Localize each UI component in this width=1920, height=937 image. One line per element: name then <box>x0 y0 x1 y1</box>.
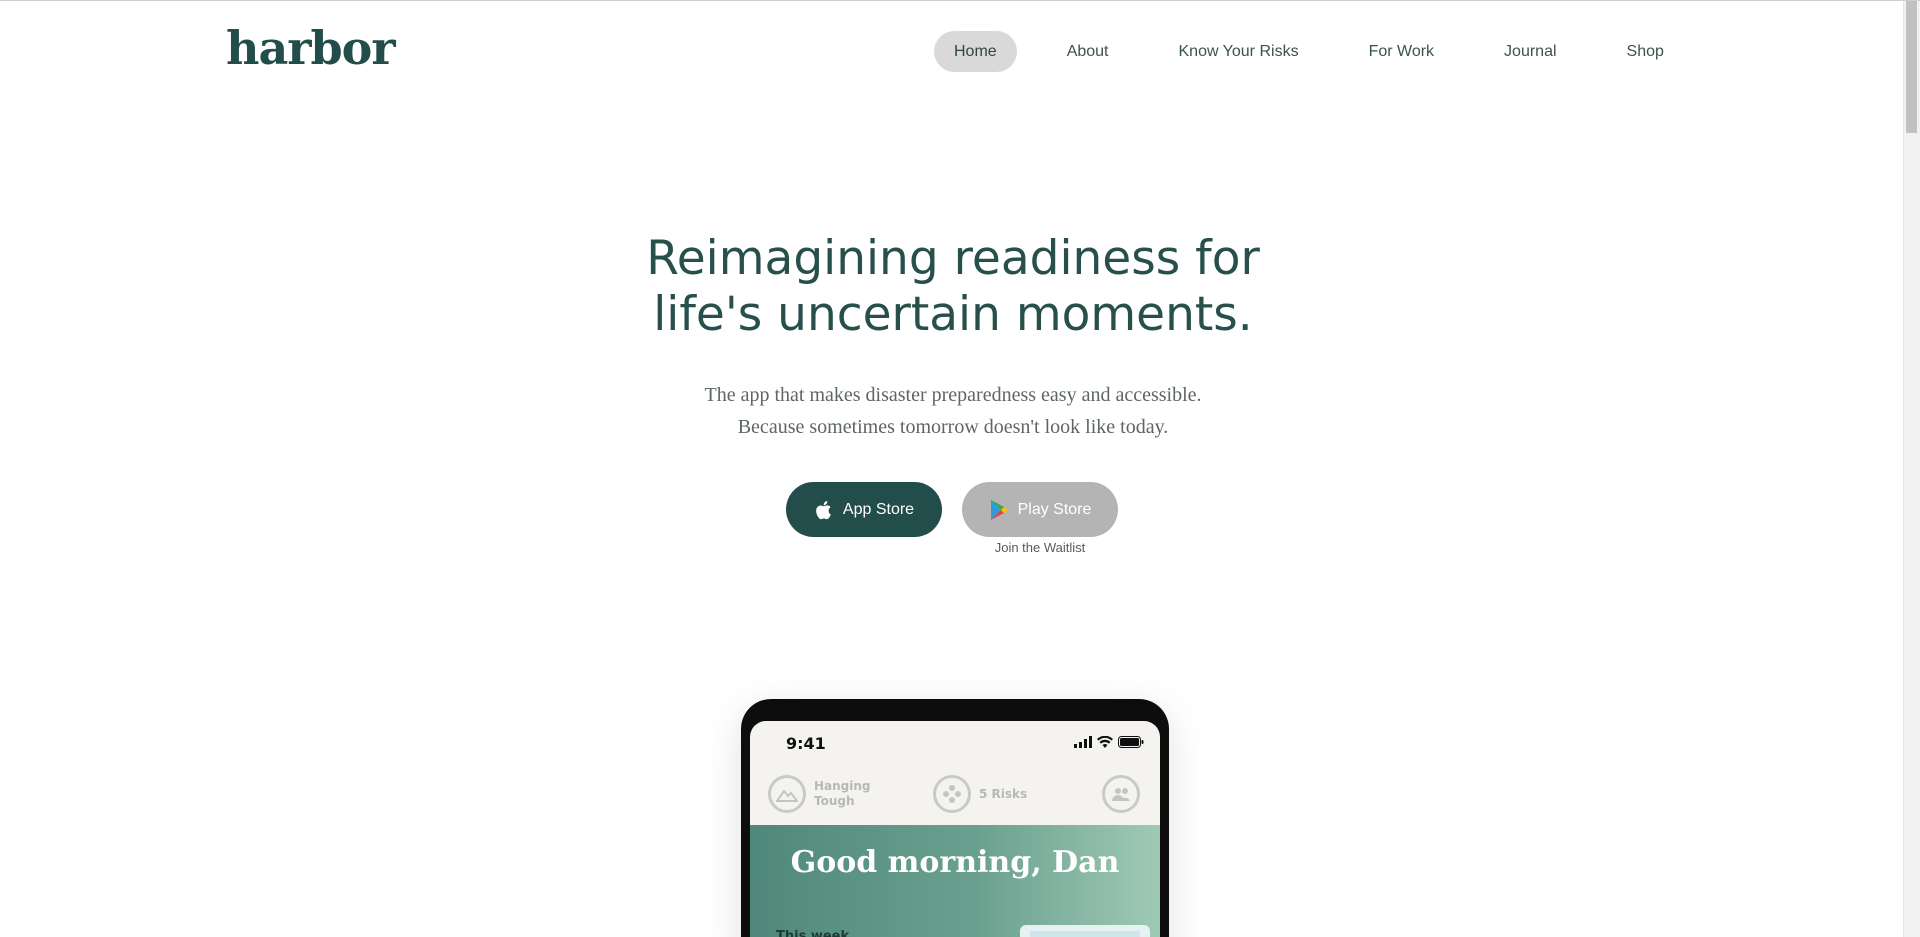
people-icon <box>1102 775 1140 813</box>
readiness-label-line-1: Hanging <box>814 779 871 793</box>
join-waitlist-link[interactable]: Join the Waitlist <box>962 540 1118 555</box>
nav-item-home[interactable]: Home <box>934 31 1017 72</box>
risks-label: 5 Risks <box>979 786 1028 801</box>
household-button[interactable] <box>1102 775 1140 813</box>
hero-subtitle-line-1: The app that makes disaster preparedness… <box>704 384 1202 406</box>
hero-title-line-2: life's uncertain moments. <box>653 287 1253 342</box>
scrollbar-thumb[interactable] <box>1906 1 1917 133</box>
readiness-label-line-2: Tough <box>814 794 855 808</box>
nav-item-journal[interactable]: Journal <box>1484 31 1576 72</box>
page: harbor Home About Know Your Risks For Wo… <box>0 0 1920 937</box>
risks-summary[interactable]: 5 Risks <box>933 775 1027 813</box>
weekly-card-image <box>1030 931 1140 937</box>
play-store-label: Play Store <box>1017 500 1092 518</box>
greeting-text: Good morning, Dan <box>790 845 1120 880</box>
hero-subtitle-line-2: Because sometimes tomorrow doesn't look … <box>737 416 1169 438</box>
play-store-button[interactable]: Play Store <box>962 482 1118 537</box>
greeting-panel: Good morning, Dan This week <box>750 825 1160 937</box>
wifi-icon <box>1097 736 1113 748</box>
this-week-label: This week <box>776 929 850 937</box>
hero-title: Reimagining readiness for life's uncerta… <box>0 231 1906 343</box>
phone-time: 9:41 <box>786 734 826 753</box>
main-nav: Home About Know Your Risks For Work Jour… <box>934 31 1684 72</box>
battery-icon <box>1118 736 1144 748</box>
hero-subtitle: The app that makes disaster preparedness… <box>0 379 1906 443</box>
nav-item-about[interactable]: About <box>1047 31 1129 72</box>
google-play-icon <box>989 499 1009 521</box>
nav-item-know-your-risks[interactable]: Know Your Risks <box>1159 31 1319 72</box>
store-buttons: App Store Play Store <box>786 482 1118 537</box>
apple-icon <box>814 499 834 521</box>
app-store-button[interactable]: App Store <box>786 482 942 537</box>
page-scrollbar[interactable] <box>1903 1 1920 937</box>
weekly-card[interactable] <box>1020 925 1150 937</box>
phone-mockup: 9:41 Hanging Tough 5 Risks Good morning,… <box>741 699 1169 937</box>
harbor-logo[interactable]: harbor <box>226 21 396 75</box>
readiness-status[interactable]: Hanging Tough <box>768 775 871 813</box>
app-header: Hanging Tough 5 Risks <box>750 765 1160 823</box>
nav-item-shop[interactable]: Shop <box>1607 31 1684 72</box>
mountain-icon <box>768 775 806 813</box>
readiness-label: Hanging Tough <box>814 779 871 809</box>
phone-screen: 9:41 Hanging Tough 5 Risks Good morning,… <box>750 721 1160 937</box>
phone-status-bar: 9:41 <box>750 721 1160 761</box>
status-icons <box>1069 736 1144 748</box>
hero-title-line-1: Reimagining readiness for <box>646 231 1260 286</box>
app-store-label: App Store <box>842 500 915 518</box>
signal-icon <box>1074 736 1092 748</box>
nav-item-for-work[interactable]: For Work <box>1349 31 1454 72</box>
risks-icon <box>933 775 971 813</box>
